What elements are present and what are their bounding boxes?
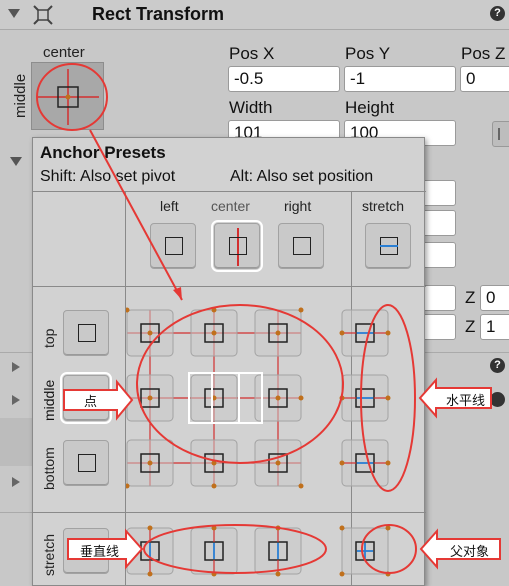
divider xyxy=(0,352,32,353)
rotation-z-field[interactable]: 0 xyxy=(480,285,509,311)
pos-y-field[interactable]: -1 xyxy=(344,66,456,92)
collapsed-component-arrow-icon[interactable] xyxy=(12,395,20,405)
row-label-stretch: stretch xyxy=(41,533,57,576)
pos-z-field[interactable]: 0 xyxy=(460,66,509,92)
rotation-z-label: Z xyxy=(465,288,476,307)
preset-none-stretch[interactable] xyxy=(365,223,411,269)
component-title: Rect Transform xyxy=(92,4,225,24)
divider xyxy=(0,512,32,513)
rect-icon xyxy=(78,324,96,342)
preset-bottom-center[interactable] xyxy=(214,440,260,486)
rect-icon xyxy=(78,454,96,472)
preset-none-right[interactable] xyxy=(278,223,324,269)
preset-bottom-right[interactable] xyxy=(278,440,324,486)
preset-middle-stretch[interactable] xyxy=(365,375,411,421)
component-header[interactable]: Rect Transform ? xyxy=(0,0,509,30)
annotation-label-horizontal: 水平线 xyxy=(446,393,486,408)
alt-hint: Alt: Also set position xyxy=(230,168,374,185)
fold-arrow-icon[interactable] xyxy=(10,157,22,166)
annotation-label-vertical: 垂直线 xyxy=(80,544,120,559)
rect-icon xyxy=(229,237,247,255)
anchor-dot-icon xyxy=(339,571,345,577)
popup-title: Anchor Presets xyxy=(40,143,166,162)
rect-transform-icon xyxy=(33,5,53,25)
column-label-center: center xyxy=(211,198,250,214)
collapsed-component-arrow-icon[interactable] xyxy=(12,362,20,372)
preset-stretch-center[interactable] xyxy=(214,528,260,574)
column-label-right: right xyxy=(284,198,312,214)
anchor-dot-icon xyxy=(339,460,345,466)
anchor-dot-icon xyxy=(339,525,345,531)
stretch-arrow-icon xyxy=(380,245,398,247)
annotation-label-point: 点 xyxy=(84,394,98,409)
rect-icon xyxy=(165,237,183,255)
row-label-middle: middle xyxy=(41,379,57,421)
preset-middle-left[interactable] xyxy=(150,375,196,421)
anchor-presets-popup: Anchor Presets Shift: Also set pivot Alt… xyxy=(32,137,426,586)
rect-icon xyxy=(293,237,311,255)
anchor-preset-button[interactable] xyxy=(31,62,104,130)
preset-top-center[interactable] xyxy=(214,310,260,356)
shift-hint: Shift: Also set pivot xyxy=(40,168,176,185)
height-label: Height xyxy=(345,98,395,117)
divider xyxy=(425,352,509,353)
column-label-left: left xyxy=(160,198,179,214)
scale-z-field[interactable]: 1 xyxy=(480,314,509,340)
raw-edit-icon xyxy=(498,128,500,140)
preset-middle-center[interactable] xyxy=(211,372,263,424)
pos-z-label: Pos Z xyxy=(461,44,506,63)
preset-none-center[interactable] xyxy=(211,220,263,272)
preset-top-right[interactable] xyxy=(278,310,324,356)
preset-none-left[interactable] xyxy=(150,223,196,269)
preset-stretch-left[interactable] xyxy=(150,528,196,574)
divider xyxy=(33,191,426,192)
preset-bottom-left[interactable] xyxy=(150,440,196,486)
help-icon[interactable]: ? xyxy=(490,6,505,21)
anchor-middle-center-icon xyxy=(38,69,99,125)
help-icon-3[interactable] xyxy=(490,392,505,407)
anchor-vertical-label: middle xyxy=(12,73,29,118)
preset-middle-right[interactable] xyxy=(278,375,324,421)
anchor-horizontal-label: center xyxy=(43,44,85,61)
scale-z-label: Z xyxy=(465,317,476,336)
anchor-dot-icon xyxy=(339,330,345,336)
width-label: Width xyxy=(229,98,273,117)
preset-stretch-stretch[interactable] xyxy=(365,528,411,574)
preset-top-none[interactable] xyxy=(63,310,109,356)
row-label-bottom: bottom xyxy=(41,447,57,490)
anchor-max-field[interactable] xyxy=(420,210,456,236)
anchor-dot-icon xyxy=(339,395,345,401)
preset-bottom-stretch[interactable] xyxy=(365,440,411,486)
fold-arrow-icon[interactable] xyxy=(8,9,20,18)
annotation-label-parent: 父对象 xyxy=(450,544,490,559)
preset-top-stretch[interactable] xyxy=(365,310,411,356)
component-panel xyxy=(0,418,32,466)
column-label-stretch: stretch xyxy=(362,198,405,214)
preset-top-left[interactable] xyxy=(150,310,196,356)
preset-stretch-right[interactable] xyxy=(278,528,324,574)
pos-x-label: Pos X xyxy=(229,44,275,63)
pos-y-label: Pos Y xyxy=(345,44,391,63)
collapsed-component-arrow-icon[interactable] xyxy=(12,477,20,487)
help-icon-2[interactable]: ? xyxy=(490,358,505,373)
row-label-top: top xyxy=(41,328,57,348)
pivot-field[interactable] xyxy=(420,242,456,268)
preset-bottom-none[interactable] xyxy=(63,440,109,486)
anchor-min-field[interactable] xyxy=(420,180,456,206)
pos-x-field[interactable]: -0.5 xyxy=(228,66,340,92)
raw-edit-button[interactable] xyxy=(492,121,509,147)
